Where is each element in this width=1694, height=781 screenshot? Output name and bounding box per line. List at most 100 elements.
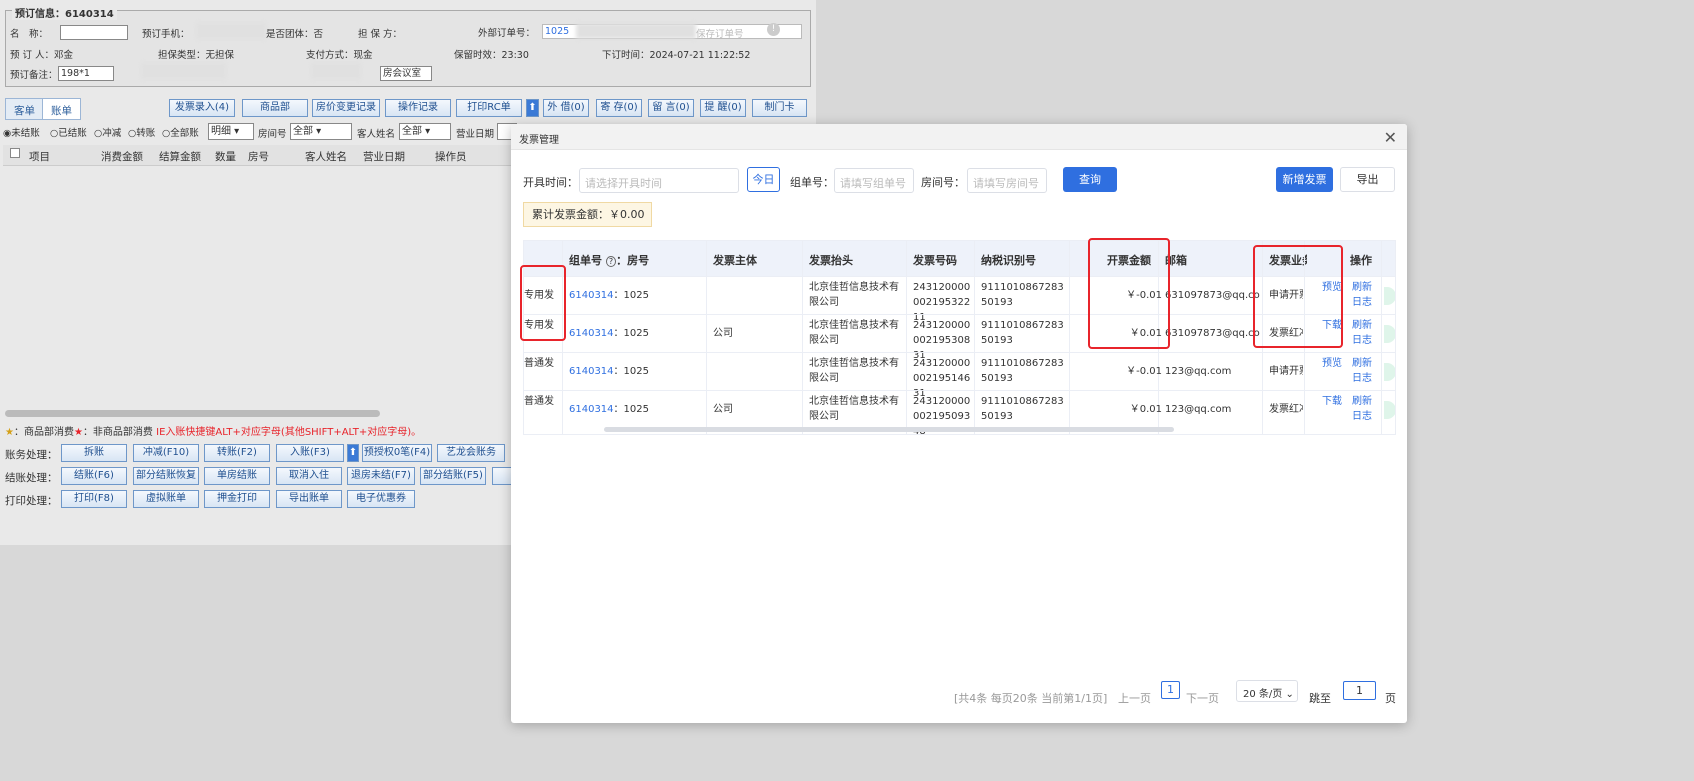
row-type: 普通发 xyxy=(524,358,554,369)
goods-dept-button[interactable]: 商品部 xyxy=(242,99,308,117)
operation-log-button[interactable]: 操作记录 xyxy=(385,99,451,117)
jump-page-input[interactable]: 1 xyxy=(1343,681,1376,700)
tab-bill[interactable]: 账单 xyxy=(42,98,81,120)
row-taxid: 911101086728350193 xyxy=(981,358,1064,384)
tab-guest[interactable]: 客单 xyxy=(5,98,44,120)
group-label: 是否团体：否 xyxy=(266,29,324,40)
room-no-input[interactable]: 请填写房间号 xyxy=(967,168,1047,193)
highlight-box-business xyxy=(1253,245,1343,348)
col-number: 发票号码 xyxy=(913,254,957,267)
row-group-link[interactable]: 6140314：1025 xyxy=(569,402,649,417)
arrow-up-icon[interactable]: ⬆ xyxy=(526,99,539,117)
row-group-link[interactable]: 6140314：1025 xyxy=(569,364,649,379)
status-pill xyxy=(1384,287,1395,305)
lend-button[interactable]: 外 借(0) xyxy=(543,99,589,117)
room-filter-label: 房间号 xyxy=(258,129,287,140)
offset-button[interactable]: 冲减(F10) xyxy=(133,444,199,462)
row-subject: 公司 xyxy=(713,328,733,339)
name-input[interactable] xyxy=(60,25,128,40)
checkout-unsettled-button[interactable]: 退房未结(F7) xyxy=(347,467,415,485)
deposit-print-button[interactable]: 押金打印 xyxy=(204,490,270,508)
elong-account-button[interactable]: 艺龙会账务 xyxy=(437,444,505,462)
filter-radio-offset[interactable]: ○冲减 xyxy=(94,125,121,139)
today-button[interactable]: 今日 xyxy=(747,167,780,192)
add-invoice-button[interactable]: 新增发票 xyxy=(1276,167,1333,192)
more-button[interactable] xyxy=(492,467,512,485)
select-all-checkbox[interactable] xyxy=(10,148,20,158)
invoice-table-scrollbar[interactable] xyxy=(604,427,1174,432)
split-bill-button[interactable]: 拆账 xyxy=(61,444,127,462)
col-header: 发票抬头 xyxy=(809,254,853,267)
cancel-checkin-button[interactable]: 取消入住 xyxy=(276,467,342,485)
invoice-entry-button[interactable]: 发票录入(4) xyxy=(169,99,235,117)
col-room: 房号 xyxy=(248,151,269,163)
e-coupon-button[interactable]: 电子优惠券 xyxy=(347,490,415,508)
ext-order-placeholder: 保存订单号 xyxy=(696,29,744,40)
group-no-input[interactable]: 请填写组单号 xyxy=(834,168,914,193)
print-rc-button[interactable]: 打印RC单 xyxy=(456,99,522,117)
col-consume: 消费金额 xyxy=(101,151,143,163)
filter-radio-transfer[interactable]: ○转账 xyxy=(128,125,155,139)
single-room-checkout-button[interactable]: 单房结账 xyxy=(204,467,270,485)
guarantee-type: 担保类型：无担保 xyxy=(158,50,235,61)
ext-order-redacted xyxy=(576,23,696,39)
row-group-link[interactable]: 6140314：1025 xyxy=(569,326,649,341)
room-no-label: 房间号： xyxy=(921,176,965,189)
row-subject: 公司 xyxy=(713,404,733,415)
help-circle-icon[interactable]: ? xyxy=(605,256,617,267)
refresh-log-link[interactable]: 刷新日志 xyxy=(1352,318,1376,348)
prev-page-button[interactable]: 上一页 xyxy=(1118,690,1151,706)
date-filter-label: 营业日期 xyxy=(456,129,495,140)
room-filter-select[interactable]: 全部 ▾ xyxy=(290,123,352,140)
filter-radio-settled[interactable]: ○已结账 xyxy=(50,125,87,139)
refresh-log-link[interactable]: 刷新日志 xyxy=(1352,394,1376,424)
guarantor-label: 担 保 方： xyxy=(358,29,403,40)
detail-select[interactable]: 明细 ▾ xyxy=(208,123,254,140)
page-1-button[interactable]: 1 xyxy=(1161,681,1180,699)
post-button[interactable]: 入账(F3) xyxy=(276,444,344,462)
bill-horizontal-scrollbar[interactable] xyxy=(5,410,380,417)
download-link[interactable]: 下载 xyxy=(1322,394,1342,409)
refresh-log-link[interactable]: 刷新日志 xyxy=(1352,280,1376,310)
row-email: 631097873@qq.com xyxy=(1165,290,1260,301)
transfer-button[interactable]: 转账(F2) xyxy=(204,444,270,462)
partial-restore-button[interactable]: 部分结账恢复 xyxy=(133,467,199,485)
arrow-up-icon-2[interactable]: ⬆ xyxy=(347,444,359,462)
remark-room-input[interactable]: 房会议室 xyxy=(380,66,432,81)
checkout-button[interactable]: 结账(F6) xyxy=(61,467,127,485)
filter-radio-all[interactable]: ○全部账 xyxy=(162,125,199,139)
reminder-button[interactable]: 提 醒(0) xyxy=(700,99,746,117)
door-card-button[interactable]: 制门卡 xyxy=(752,99,807,117)
guest-filter-select[interactable]: 全部 ▾ xyxy=(399,123,451,140)
status-pill xyxy=(1384,401,1395,419)
close-icon[interactable]: ✕ xyxy=(1384,128,1397,147)
preview-link[interactable]: 预览 xyxy=(1322,356,1342,371)
price-change-log-button[interactable]: 房价变更记录 xyxy=(312,99,380,117)
total-invoice-amount: 累计发票金额：￥0.00 xyxy=(523,202,652,227)
print-button[interactable]: 打印(F8) xyxy=(61,490,127,508)
page-size-select[interactable]: 20 条/页 ⌄ xyxy=(1236,680,1298,702)
virtual-bill-button[interactable]: 虚拟账单 xyxy=(133,490,199,508)
refresh-log-link[interactable]: 刷新日志 xyxy=(1352,356,1376,386)
open-time-input[interactable]: 请选择开具时间 xyxy=(579,168,739,193)
preauth-button[interactable]: 预授权0笔(F4) xyxy=(362,444,432,462)
partial-checkout-button[interactable]: 部分结账(F5) xyxy=(420,467,486,485)
info-icon[interactable]: ! xyxy=(767,23,780,36)
dialog-header: 发票管理 ✕ xyxy=(511,124,1407,150)
col-guest: 客人姓名 xyxy=(305,151,347,163)
remark-input[interactable]: 198*1 xyxy=(58,66,114,81)
filter-radio-unsettled[interactable]: ◉未结账 xyxy=(3,125,40,139)
export-button[interactable]: 导出 xyxy=(1340,167,1395,192)
storage-button[interactable]: 寄 存(0) xyxy=(596,99,642,117)
row-email: 631097873@qq.com xyxy=(1165,328,1260,339)
export-bill-button[interactable]: 导出账单 xyxy=(276,490,342,508)
remark-redacted-2 xyxy=(311,63,361,79)
highlight-box-amount xyxy=(1088,238,1170,349)
highlight-box-type xyxy=(520,265,566,341)
status-pill xyxy=(1384,325,1395,343)
query-button[interactable]: 查询 xyxy=(1063,167,1117,192)
next-page-button[interactable]: 下一页 xyxy=(1186,690,1219,706)
row-group-link[interactable]: 6140314：1025 xyxy=(569,288,649,303)
col-group-no: 组单号 ? ：房号 xyxy=(569,254,650,267)
message-button[interactable]: 留 言(0) xyxy=(648,99,694,117)
